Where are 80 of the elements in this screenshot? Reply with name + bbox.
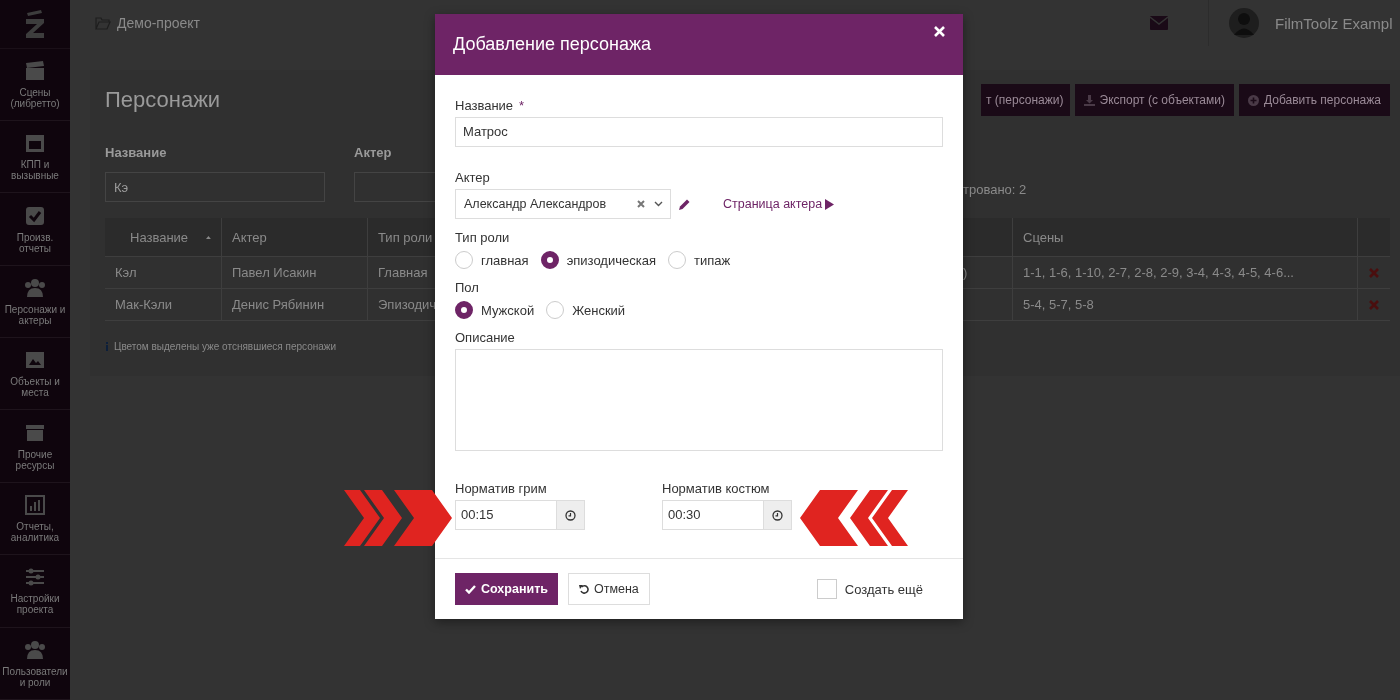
table-cell: Кэл <box>105 257 222 288</box>
logo-icon <box>24 8 46 39</box>
actor-select[interactable]: Александр Александров <box>455 189 671 219</box>
time-field[interactable]: 00:30 <box>662 500 792 530</box>
checkbox-label[interactable]: Создать ещё <box>844 581 923 597</box>
toolbar-button[interactable]: Экспорт (с объектами) <box>1074 84 1234 116</box>
field-label: Название <box>455 97 514 113</box>
radio-label[interactable]: Мужской <box>481 302 535 318</box>
clear-icon[interactable] <box>637 200 645 208</box>
radio-label[interactable]: Женский <box>572 302 626 318</box>
checkbox-icon <box>24 204 46 227</box>
people-icon <box>24 276 46 299</box>
note-text: Цветом выделены уже отснявшиеся персонажи <box>114 341 337 352</box>
table-cell-text: Эпизодич <box>377 296 435 314</box>
toolbar-button[interactable]: Добавить персонажа <box>1238 84 1390 116</box>
chevron-down-icon <box>654 201 663 207</box>
required-mark: * <box>519 97 525 113</box>
dialog-title: Добавление персонажа <box>453 34 651 55</box>
info-icon <box>105 342 109 351</box>
field-label: Тип роли <box>455 229 510 245</box>
project-title[interactable]: Демо-проект <box>117 15 200 31</box>
name-field[interactable]: Матрос <box>455 117 943 147</box>
table-cell: ) <box>963 265 968 280</box>
radio-button[interactable] <box>455 301 473 319</box>
people-icon <box>24 638 46 661</box>
mail-icon[interactable] <box>1150 16 1168 30</box>
field-label: Норматив костюм <box>662 481 771 496</box>
sidebar-item[interactable]: Объекты и места <box>0 338 70 411</box>
actor-page-link[interactable]: Страница актера <box>723 197 835 211</box>
sidebar-item[interactable]: Персонажи и актеры <box>0 265 70 339</box>
table-cell: Павел Исакин <box>222 257 368 288</box>
sidebar-item[interactable]: Сцены (либретто) <box>0 48 70 121</box>
cancel-button[interactable]: Отмена <box>567 573 650 605</box>
radio-button[interactable] <box>540 251 559 269</box>
page-title: Персонажи <box>105 87 221 113</box>
column-header[interactable]: Актер <box>222 218 368 256</box>
column-header[interactable]: Тип роли <box>368 218 435 256</box>
sidebar-item[interactable]: Прочие ресурсы <box>0 410 70 483</box>
time-field[interactable]: 00:15 <box>455 500 585 530</box>
bar-chart-icon <box>24 494 46 517</box>
checkbox[interactable] <box>816 579 837 599</box>
filter-field[interactable]: Кэ <box>105 172 325 202</box>
delete-icon[interactable] <box>1369 299 1379 310</box>
clock-icon[interactable] <box>565 509 576 521</box>
sidebar-item[interactable]: Отчеты, аналитика <box>0 482 70 556</box>
sidebar-item[interactable]: Пользователи и роли <box>0 627 70 700</box>
download-icon <box>1083 94 1095 106</box>
table-cell: 5-4, 5-7, 5-8 <box>1013 289 1358 320</box>
column-header[interactable]: Название <box>105 218 222 256</box>
toolbar-button[interactable]: т (персонажи) <box>981 84 1070 116</box>
filtered-count: тровано: 2 <box>963 182 1028 197</box>
plus-circle-icon <box>1247 94 1259 106</box>
delete-icon[interactable] <box>1369 267 1379 278</box>
sidebar-item[interactable]: КПП и вызывные <box>0 120 70 194</box>
save-button[interactable]: Сохранить <box>455 573 558 605</box>
avatar-icon[interactable] <box>1229 8 1259 38</box>
clapper-icon <box>24 59 46 82</box>
table-cell: 1-1, 1-6, 1-10, 2-7, 2-8, 2-9, 3-4, 4-3, 4-5, 4-6... <box>1013 257 1358 288</box>
play-icon <box>825 198 835 210</box>
description-field[interactable] <box>455 349 943 451</box>
close-icon[interactable] <box>934 26 945 37</box>
radio-label[interactable]: эпизодическая <box>566 252 656 268</box>
field-label: Описание <box>455 329 515 345</box>
table-cell: Денис Рябинин <box>222 289 368 320</box>
user-name[interactable]: FilmToolz Exampl <box>1275 14 1400 32</box>
field-label: Актер <box>455 169 490 185</box>
filter-label: Название <box>105 145 168 160</box>
sidebar-item[interactable]: Настройки проекта <box>0 555 70 628</box>
field-label: Пол <box>455 279 479 295</box>
table-cell: Мак-Кэли <box>105 289 222 320</box>
table-cell-text: Главная <box>377 264 429 282</box>
sidebar-item[interactable]: Произв. отчеты <box>0 193 70 266</box>
clock-icon[interactable] <box>772 509 783 521</box>
check-icon <box>465 584 476 594</box>
radio-label[interactable]: типаж <box>693 252 731 268</box>
filter-label: Актер <box>354 145 393 160</box>
field-label: Норматив грим <box>455 481 548 496</box>
undo-icon <box>578 584 589 594</box>
radio-label[interactable]: главная <box>481 252 529 268</box>
pencil-icon[interactable] <box>678 197 691 211</box>
